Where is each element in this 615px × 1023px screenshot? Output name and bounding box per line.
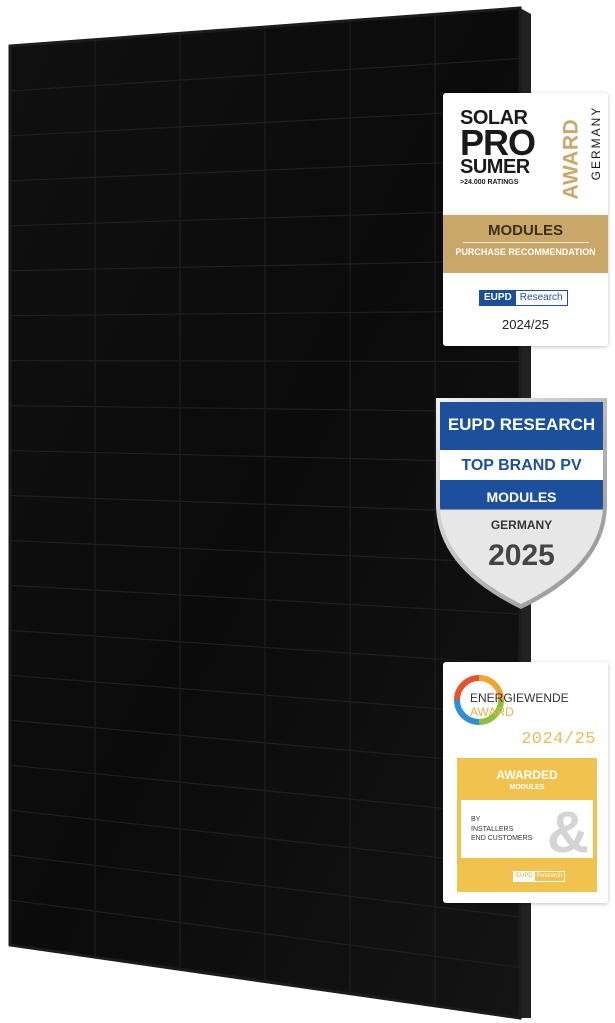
by-label: BY xyxy=(471,816,481,823)
shield-category: MODULES xyxy=(486,489,557,505)
awarded-label: AWARDED xyxy=(496,768,558,782)
award-year: 2024/25 xyxy=(502,317,549,332)
category-label: MODULES xyxy=(509,784,545,791)
logo-eupd-text: EUPD xyxy=(514,872,535,881)
shield-title: TOP BRAND PV xyxy=(461,457,582,474)
ampersand-graphic: & xyxy=(547,800,589,865)
shield-country: GERMANY xyxy=(490,518,553,532)
shield-brand: EUPD RESEARCH xyxy=(447,415,596,434)
award-name: ENERGIEWENDE xyxy=(470,691,569,705)
panel-cell-divider xyxy=(9,360,521,363)
energiewende-award-badge: ENERGIEWENDE AWARD 2024/25 AWARDED MODUL… xyxy=(443,662,608,903)
category-label: MODULES xyxy=(488,222,563,239)
badge-title-pro: PRO xyxy=(460,122,536,163)
ratings-count: >24.000 RATINGS xyxy=(460,179,519,186)
end-customers-label: END CUSTOMERS xyxy=(471,835,533,842)
logo-research-text: Research xyxy=(534,872,565,881)
installers-label: INSTALLERS xyxy=(471,826,514,833)
recommendation-label: PURCHASE RECOMMENDATION xyxy=(455,247,596,257)
eupd-research-logo: EUPD Research xyxy=(479,290,568,306)
top-brand-pv-shield: EUPD RESEARCH TOP BRAND PV MODULES GERMA… xyxy=(432,394,611,612)
category-band: MODULES PURCHASE RECOMMENDATION xyxy=(443,215,608,273)
shield-year: 2025 xyxy=(488,539,555,572)
voters-box: BY INSTALLERS END CUSTOMERS & xyxy=(461,800,593,862)
eupd-research-logo: EUPD Research xyxy=(513,871,566,882)
logo-research-text: Research xyxy=(515,291,567,305)
logo-eupd-text: EUPD xyxy=(480,291,516,305)
badge-title-sumer: SUMER xyxy=(460,156,530,178)
award-name-sub: AWARD xyxy=(470,705,514,719)
award-year: 2024/25 xyxy=(521,730,596,749)
award-card: AWARDED MODULES BY INSTALLERS END CUSTOM… xyxy=(457,758,597,892)
award-label: AWARD xyxy=(559,118,583,200)
solar-prosumer-award-badge: SOLAR PRO SUMER >24.000 RATINGS AWARD GE… xyxy=(443,93,608,346)
country-label: GERMANY xyxy=(589,105,603,181)
divider xyxy=(462,242,589,243)
